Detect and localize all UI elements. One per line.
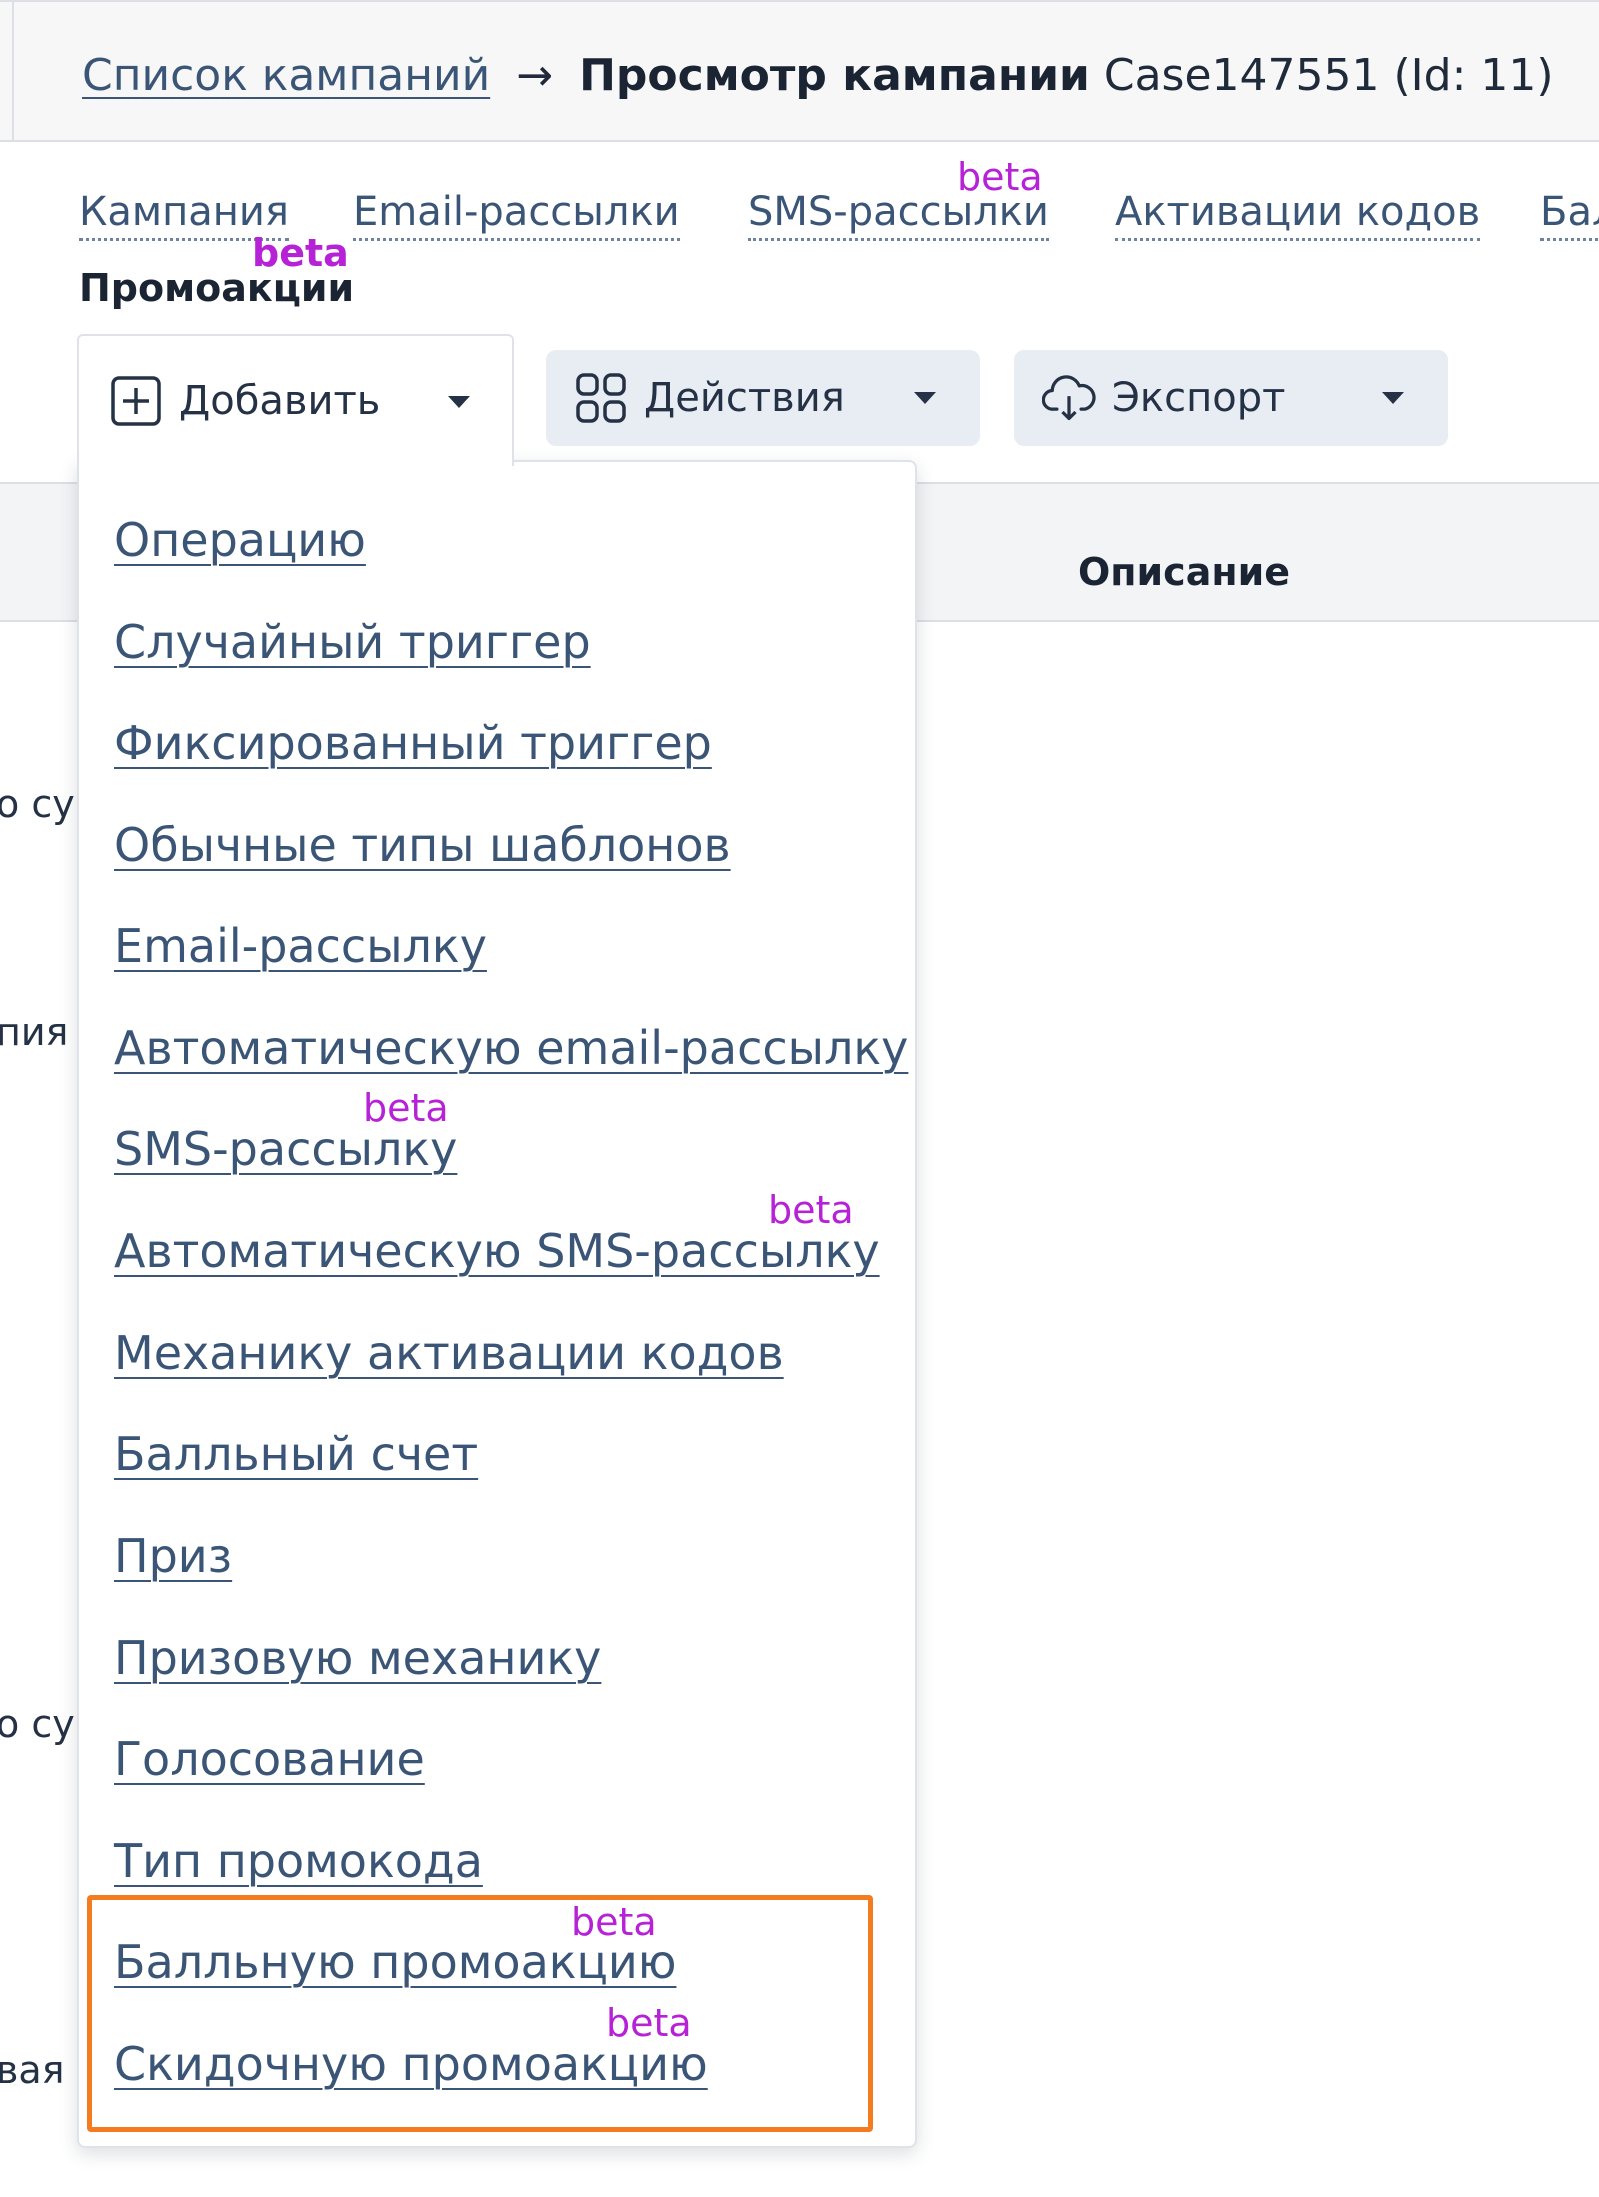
highlight-box (87, 1895, 873, 2132)
menu-item-fixed-trigger[interactable]: Фиксированный триггер (114, 715, 712, 771)
menu-item-code-activation[interactable]: Механику активации кодов (114, 1325, 784, 1381)
menu-item-promocode-type[interactable]: Тип промокода (114, 1833, 483, 1889)
menu-item-operation[interactable]: Операцию (114, 512, 366, 568)
add-dropdown-menu: Операцию Случайный триггер Фиксированный… (77, 460, 917, 2148)
menu-item-auto-email-mailing[interactable]: Автоматическую email-рассылку (114, 1020, 908, 1076)
chevron-down-icon (1382, 392, 1404, 404)
menu-item-points-promotion[interactable]: Балльную промоакцию (114, 1934, 676, 1990)
menu-item-sms-mailing[interactable]: SMS-рассылку (114, 1121, 457, 1177)
export-button-label: Экспорт (1112, 375, 1286, 421)
breadcrumb-campaign-list-link[interactable]: Список кампаний (82, 50, 490, 101)
export-button[interactable]: Экспорт (1014, 350, 1448, 446)
chevron-down-icon (448, 396, 470, 408)
tab-code-activations[interactable]: Активации кодов (1115, 188, 1481, 241)
breadcrumb: Список кампаний → Просмотр кампании Case… (82, 48, 1554, 104)
tab-promotions[interactable]: Промоакции (79, 264, 354, 312)
breadcrumb-arrow: → (516, 50, 554, 101)
actions-button[interactable]: Действия (546, 350, 980, 446)
breadcrumb-bar: Список кампаний → Просмотр кампании Case… (0, 0, 1599, 142)
menu-item-prize[interactable]: Приз (114, 1528, 232, 1584)
column-header-description: Описание (1078, 550, 1291, 594)
add-button-label: Добавить (179, 378, 381, 424)
table-cell-fragment: о су (0, 1702, 75, 1746)
menu-item-template-types[interactable]: Обычные типы шаблонов (114, 817, 731, 873)
menu-item-points-account[interactable]: Балльный счет (114, 1426, 478, 1482)
table-cell-fragment: пия (0, 1010, 69, 1054)
menu-item-random-trigger[interactable]: Случайный триггер (114, 614, 591, 670)
tab-points-truncated[interactable]: Бал (1540, 188, 1599, 241)
grid-icon (574, 371, 628, 425)
table-cell-fragment: о су (0, 782, 75, 826)
menu-item-discount-promotion[interactable]: Скидочную промоакцию (114, 2036, 708, 2092)
chevron-down-icon (914, 392, 936, 404)
table-cell-fragment: вая (0, 2048, 65, 2092)
tab-email-mailings[interactable]: Email-рассылки (353, 188, 680, 241)
menu-item-email-mailing[interactable]: Email-рассылку (114, 918, 487, 974)
campaign-code: Case147551 (Id: 11) (1103, 50, 1554, 101)
add-button[interactable]: Добавить (77, 334, 514, 466)
cloud-download-icon (1042, 371, 1096, 425)
page-title: Просмотр кампании (579, 50, 1090, 101)
tab-sms-mailings[interactable]: SMS-рассылки (748, 188, 1049, 241)
actions-button-label: Действия (644, 375, 845, 421)
menu-item-voting[interactable]: Голосование (114, 1731, 425, 1787)
divider (12, 2, 14, 140)
menu-item-auto-sms-mailing[interactable]: Автоматическую SMS-рассылку (114, 1223, 880, 1279)
menu-item-prize-mechanic[interactable]: Призовую механику (114, 1630, 601, 1686)
plus-square-icon (109, 374, 163, 428)
